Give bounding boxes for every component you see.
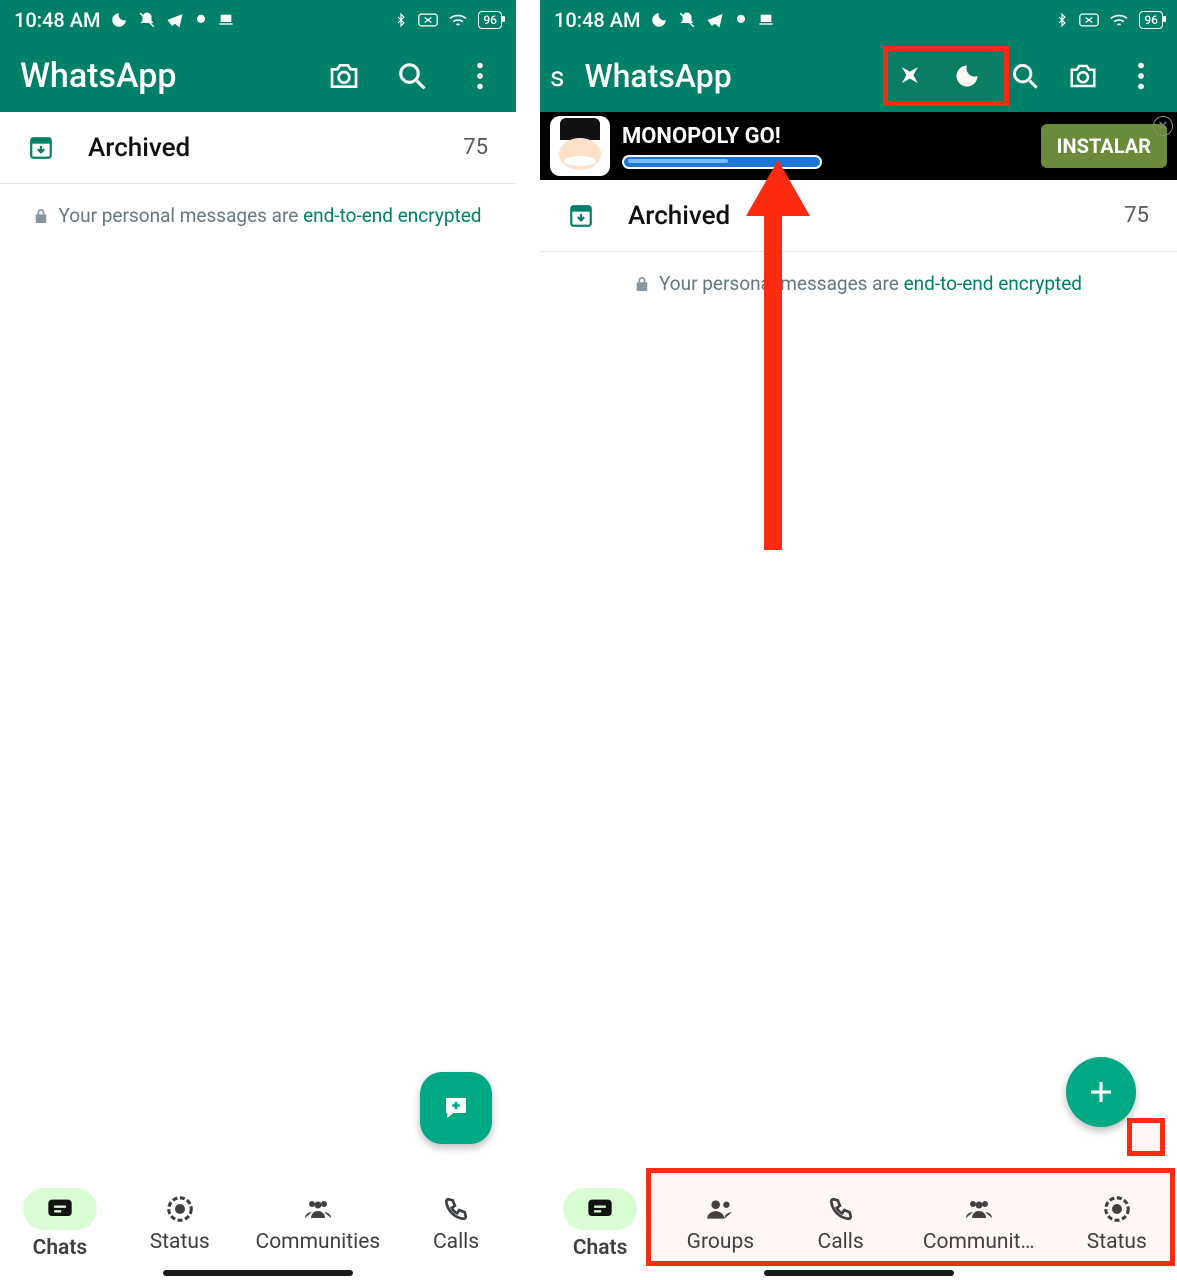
wifi-icon bbox=[448, 12, 468, 28]
nav-status[interactable]: Status bbox=[136, 1194, 224, 1254]
nav-label: Calls bbox=[433, 1230, 479, 1254]
mute-icon bbox=[138, 11, 156, 29]
nav-label: Status bbox=[150, 1230, 210, 1254]
nav-chats[interactable]: Chats bbox=[16, 1188, 104, 1260]
status-bar: 10:48 AM 96 bbox=[0, 0, 516, 40]
nav-communities[interactable]: Communities bbox=[256, 1194, 381, 1254]
no-sim-icon bbox=[1079, 12, 1099, 28]
ad-progress bbox=[622, 155, 822, 169]
highlight-fab bbox=[1127, 1118, 1165, 1156]
camera-icon[interactable] bbox=[1067, 60, 1099, 92]
highlight-toolbar-buttons bbox=[883, 46, 1009, 106]
telegram-icon bbox=[166, 11, 184, 29]
encrypt-link[interactable]: end-to-end encrypted bbox=[904, 272, 1082, 295]
status-time: 10:48 AM bbox=[554, 8, 640, 32]
encrypt-text: Your personal messages are bbox=[58, 204, 303, 227]
lock-icon bbox=[635, 276, 649, 292]
phone-left: 10:48 AM 96 WhatsApp bbox=[0, 0, 516, 1280]
nav-label: Chats bbox=[573, 1236, 628, 1260]
mute-icon bbox=[678, 11, 696, 29]
app-title: WhatsApp bbox=[20, 56, 176, 96]
archived-row[interactable]: Archived 75 bbox=[0, 112, 516, 184]
notification-icon bbox=[734, 13, 748, 27]
peek-text: s bbox=[550, 60, 564, 93]
more-icon[interactable] bbox=[464, 60, 496, 92]
phone-right: 10:48 AM 96 s WhatsApp bbox=[540, 0, 1177, 1280]
new-chat-fab[interactable] bbox=[1066, 1057, 1136, 1127]
camera-icon[interactable] bbox=[328, 60, 360, 92]
chat-list-area bbox=[540, 315, 1177, 1168]
nav-label: Communities bbox=[256, 1230, 381, 1254]
encryption-notice: Your personal messages are end-to-end en… bbox=[0, 184, 516, 247]
nav-handle[interactable] bbox=[163, 1270, 353, 1276]
encrypt-text: Your personal messages are bbox=[659, 272, 904, 295]
nav-handle[interactable] bbox=[764, 1270, 954, 1276]
archive-icon bbox=[28, 135, 54, 161]
archived-count: 75 bbox=[1124, 203, 1149, 228]
highlight-bottom-nav bbox=[646, 1168, 1175, 1266]
archived-label: Archived bbox=[88, 133, 190, 163]
archived-row[interactable]: Archived 75 bbox=[540, 180, 1177, 252]
ad-thumbnail bbox=[550, 116, 610, 176]
encrypt-link[interactable]: end-to-end encrypted bbox=[303, 204, 481, 227]
search-icon[interactable] bbox=[396, 60, 428, 92]
ad-close-icon[interactable]: ✕ bbox=[1153, 116, 1173, 136]
status-bar: 10:48 AM 96 bbox=[540, 0, 1177, 40]
bottom-nav: Chats Groups Calls Communit… Status bbox=[540, 1168, 1177, 1280]
encryption-notice: Your personal messages are end-to-end en… bbox=[540, 252, 1177, 315]
archived-count: 75 bbox=[463, 135, 488, 160]
app-bar: s WhatsApp bbox=[540, 40, 1177, 112]
chat-list-area bbox=[0, 247, 516, 1168]
communities-icon bbox=[303, 1194, 333, 1224]
chats-icon bbox=[585, 1194, 615, 1224]
search-icon[interactable] bbox=[1009, 60, 1041, 92]
no-sim-icon bbox=[418, 12, 438, 28]
calls-icon bbox=[441, 1194, 471, 1224]
ad-banner[interactable]: MONOPOLY GO! INSTALAR ✕ bbox=[540, 112, 1177, 180]
status-icon bbox=[165, 1194, 195, 1224]
moon-icon bbox=[650, 11, 668, 29]
battery-icon: 96 bbox=[478, 11, 502, 29]
status-time: 10:48 AM bbox=[14, 8, 100, 32]
archived-label: Archived bbox=[628, 201, 730, 231]
ad-install-button[interactable]: INSTALAR bbox=[1041, 124, 1167, 168]
system-icon bbox=[218, 12, 234, 28]
nav-chats[interactable]: Chats bbox=[562, 1188, 638, 1260]
lock-icon bbox=[34, 208, 48, 224]
notification-icon bbox=[194, 13, 208, 27]
ad-title: MONOPOLY GO! bbox=[622, 124, 1041, 149]
bottom-nav: Chats Status Communities Calls bbox=[0, 1168, 516, 1280]
nav-calls[interactable]: Calls bbox=[412, 1194, 500, 1254]
battery-icon: 96 bbox=[1139, 11, 1163, 29]
app-title: WhatsApp bbox=[584, 57, 731, 95]
system-icon bbox=[758, 12, 774, 28]
wifi-icon bbox=[1109, 12, 1129, 28]
chats-icon bbox=[45, 1194, 75, 1224]
new-chat-fab[interactable] bbox=[420, 1072, 492, 1144]
moon-icon bbox=[110, 11, 128, 29]
more-icon[interactable] bbox=[1125, 60, 1157, 92]
app-bar: WhatsApp bbox=[0, 40, 516, 112]
bluetooth-icon bbox=[394, 11, 408, 29]
nav-label: Chats bbox=[33, 1236, 88, 1260]
bluetooth-icon bbox=[1055, 11, 1069, 29]
archive-icon bbox=[568, 203, 594, 229]
telegram-icon bbox=[706, 11, 724, 29]
